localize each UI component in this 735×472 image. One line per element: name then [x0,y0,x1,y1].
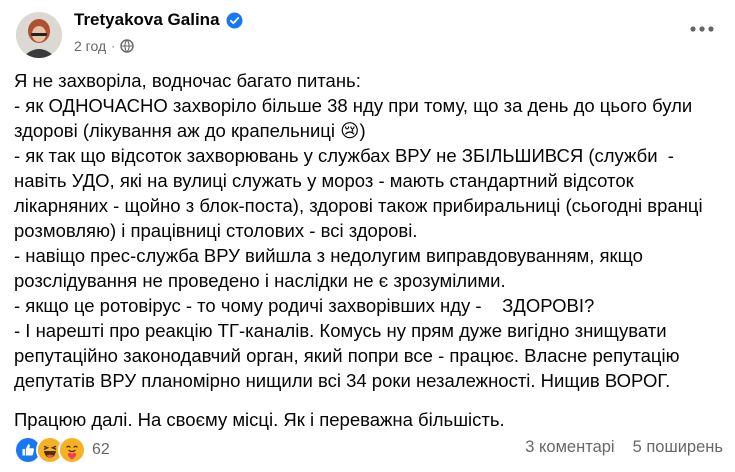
more-horizontal-icon [690,26,714,32]
post-line: - якщо це ротовірус - то чому родичі зах… [14,295,595,316]
verified-badge-icon [226,12,243,29]
post-line: - навіщо прес-служба ВРУ вийшла з недолу… [14,245,643,266]
comments-count-link[interactable]: 3 коментарі [525,438,614,457]
post-card: Tretyakova Galina 2 год · Я не захворіла… [0,0,735,472]
post-meta: 2 год · [74,38,134,54]
care-icon [58,436,86,464]
post-line: навіть УДО, які на вулиці служать у моро… [14,170,634,191]
author-line: Tretyakova Galina [74,10,243,30]
author-name[interactable]: Tretyakova Galina [74,10,220,30]
meta-separator: · [111,39,116,53]
post-line: - як ОДНОЧАСНО захворіло більше 38 нду п… [14,95,693,116]
post-line: репутаційно законодавчий орган, який поп… [14,345,680,366]
post-line: розмовляю) і працівниці столових - всі з… [14,220,418,241]
post-line: Я не захворіла, водночас багато питань: [14,70,361,91]
post-closing-line: Працюю далі. На своєму місці. Як і перев… [14,409,505,430]
post-line: - як так що відсоток захворювань у служб… [14,145,674,166]
post-line: лікарняних - щойно з блок-поста), здоров… [14,195,703,216]
post-stats: 3 коментарі 5 поширень [525,438,723,457]
post-timestamp[interactable]: 2 год [74,38,106,54]
reaction-count[interactable]: 62 [92,441,110,459]
globe-icon[interactable] [120,39,134,53]
post-body: Я не захворіла, водночас багато питань: … [14,68,726,432]
more-options-button[interactable] [687,18,717,40]
post-line: розслідування не проведено і наслідки не… [14,270,506,291]
shares-count-link[interactable]: 5 поширень [633,438,723,457]
author-avatar[interactable] [16,12,62,58]
reactions-summary[interactable]: 62 [14,436,110,464]
post-line: здорові (лікування аж до крапельниці 😢) [14,120,366,141]
post-line: - І нарешті про реакцію ТГ-каналів. Кому… [14,320,667,341]
post-line: депутатів ВРУ планомірно нищили всі 34 р… [14,370,671,391]
